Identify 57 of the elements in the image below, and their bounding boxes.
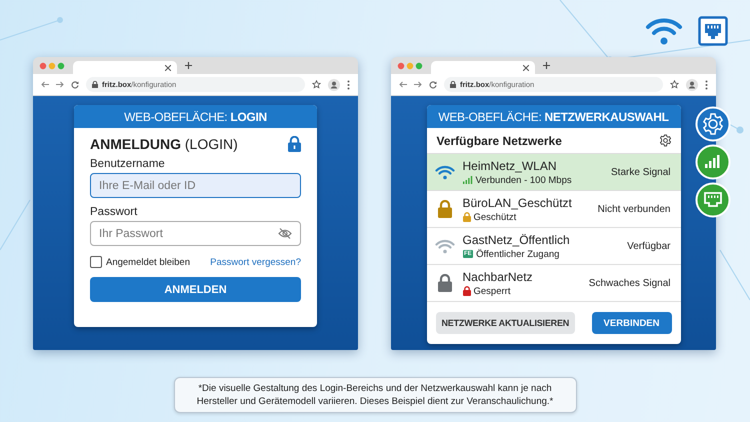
checkbox[interactable] — [90, 256, 102, 268]
plus-icon[interactable] — [543, 62, 550, 69]
signal-strength: Schwaches Signal — [588, 278, 670, 288]
network-status: Gesperrt — [474, 286, 510, 296]
window-controls-icon[interactable] — [397, 62, 423, 70]
network-row[interactable]: NachbarNetz Gesperrt Schwaches Signal — [426, 265, 680, 302]
refresh-button[interactable]: NETZWERKE AKTUALISIEREN — [436, 312, 576, 334]
plus-icon[interactable] — [185, 62, 192, 69]
star-icon[interactable] — [670, 80, 679, 89]
network-status: Geschützt — [474, 212, 516, 222]
field-label: Passwort — [90, 206, 138, 218]
star-icon[interactable] — [312, 80, 321, 89]
login-heading: ANMELDUNG (LOGIN) — [90, 136, 238, 152]
back-icon[interactable] — [41, 81, 49, 88]
close-icon[interactable] — [165, 64, 171, 70]
settings-icon[interactable] — [658, 134, 672, 147]
window-controls-icon[interactable] — [39, 62, 65, 70]
login-button[interactable]: ANMELDEN — [90, 277, 301, 302]
menu-icon[interactable] — [705, 80, 708, 90]
ethernet-port-icon[interactable] — [695, 182, 731, 218]
forward-icon[interactable] — [414, 81, 422, 88]
forgot-password-link[interactable]: Passwort vergessen? — [210, 256, 301, 268]
network-name: GastNetz_Öffentlich — [462, 232, 571, 246]
reload-icon[interactable] — [71, 80, 79, 88]
network-row[interactable]: BüroLAN_Geschützt Geschützt Nicht verbunden — [426, 191, 680, 228]
lock-icon — [450, 81, 456, 88]
network-status: Verbunden - 100 Mbps — [476, 174, 572, 186]
network-name: NachbarNetz — [462, 270, 534, 284]
network-name: BüroLAN_Geschützt — [462, 196, 573, 210]
wifi-icon — [645, 16, 683, 46]
field-label: Benutzername — [90, 158, 166, 170]
hide-password-icon[interactable] — [278, 228, 292, 239]
profile-icon[interactable] — [328, 78, 340, 90]
checkbox-label: Angemeldet bleiben — [106, 256, 190, 268]
close-icon[interactable] — [523, 64, 529, 70]
network-row[interactable]: HeimNetz_WLAN Verbunden - 100 Mbps Starke Signal — [426, 154, 680, 191]
footnote: *Die visuelle Gestaltung des Login-Bereichs und der Netzwerkauswahl kann je nach Hersteller und Gerätemodell variieren. Dieses Beispiel dient zur Veranschaulichung.* — [174, 377, 576, 413]
reload-icon[interactable] — [429, 80, 437, 88]
signal-strength: Verfügbar — [627, 240, 670, 252]
connect-button[interactable]: VERBINDEN — [592, 312, 672, 334]
card-title: WEB-OBEFLÄCHE: LOGIN — [124, 110, 267, 124]
lock-icon — [288, 136, 301, 152]
ethernet-port-icon — [698, 16, 728, 46]
card-title: WEB-OBEFLÄCHE: NETZWERKAUSWAHL — [438, 110, 669, 124]
network-status: Öffentlicher Zugang — [476, 248, 560, 260]
profile-icon[interactable] — [686, 78, 698, 90]
back-icon[interactable] — [399, 81, 407, 88]
password-field[interactable]: Ihr Passwort — [90, 221, 301, 246]
lock-icon — [92, 81, 98, 88]
signal-strength: Starke Signal — [611, 166, 670, 178]
section-heading: Verfügbare Netzwerke — [436, 134, 562, 148]
network-name: HeimNetz_WLAN — [462, 158, 558, 172]
signal-bars-icon[interactable] — [695, 144, 731, 180]
signal-strength: Nicht verbunden — [598, 204, 670, 214]
username-field[interactable]: Ihre E-Mail oder ID — [90, 173, 301, 198]
menu-icon[interactable] — [347, 80, 350, 90]
forward-icon[interactable] — [56, 81, 64, 88]
